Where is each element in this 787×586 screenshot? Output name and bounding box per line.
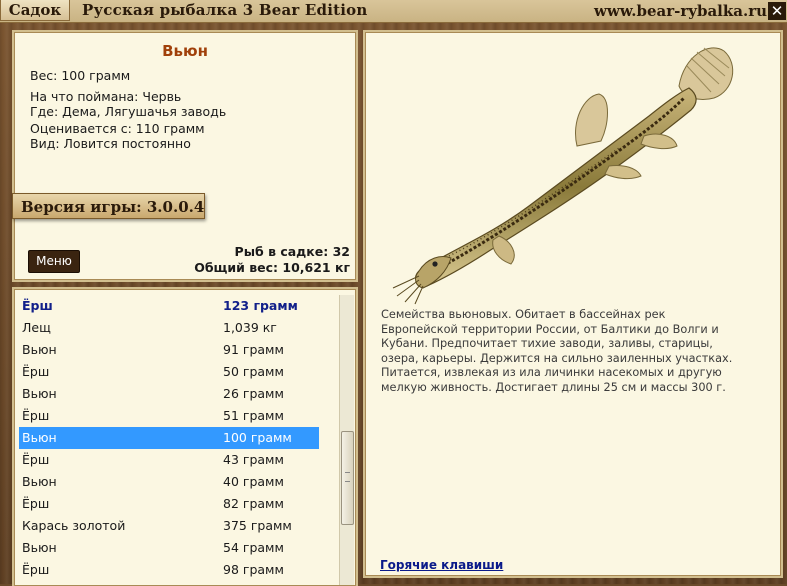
catch-fish-name: Вьюн xyxy=(22,540,57,555)
catch-fish-name: Вьюн xyxy=(22,386,57,401)
scroll-thumb[interactable] xyxy=(341,431,354,525)
fish-name-heading: Вьюн xyxy=(162,42,208,60)
catch-fish-weight: 82 грамм xyxy=(223,496,284,511)
catch-list-panel: Ёрш 123 грамм Лещ 1,039 кг Вьюн 91 грамм Ёрш 50… xyxy=(12,287,358,586)
catch-fish-weight: 50 грамм xyxy=(223,364,284,379)
menu-button[interactable]: Меню xyxy=(28,250,80,273)
fish-count: Рыб в садке: 32 xyxy=(234,244,350,259)
catch-fish-name: Ёрш xyxy=(22,408,50,423)
scroll-grip-icon xyxy=(345,472,350,482)
catch-fish-name: Ёрш xyxy=(22,298,53,313)
catch-fish-weight: 54 грамм xyxy=(223,540,284,555)
catch-fish-name: Карась золотой xyxy=(22,518,126,533)
list-scrollbar[interactable] xyxy=(339,295,354,585)
game-version-plank: Версия игры: 3.0.0.4 xyxy=(12,193,205,219)
catch-fish-name: Ёрш xyxy=(22,496,50,511)
catch-fish-weight: 26 грамм xyxy=(223,386,284,401)
catch-fish-name: Лещ xyxy=(22,320,51,335)
catch-list-row[interactable]: Карась золотой 375 грамм xyxy=(19,515,319,537)
catch-fish-name: Ёрш xyxy=(22,364,50,379)
catch-fish-weight: 98 грамм xyxy=(223,562,284,577)
hotkeys-link[interactable]: Горячие клавиши xyxy=(380,558,503,572)
loach-fish-illustration xyxy=(392,47,734,305)
title-bar: Садок Русская рыбалка 3 Bear Edition www… xyxy=(0,0,787,23)
catch-list-row[interactable]: Ёрш 43 грамм xyxy=(19,449,319,471)
catch-list-row[interactable]: Ёрш 82 грамм xyxy=(19,493,319,515)
catch-list-row[interactable]: Вьюн 26 грамм xyxy=(19,383,319,405)
catch-list-row[interactable]: Ёрш 98 грамм xyxy=(19,559,319,581)
catch-list-row[interactable]: Ёрш 123 грамм xyxy=(19,295,319,317)
catch-fish-name: Ёрш xyxy=(22,562,50,577)
app-title: Русская рыбалка 3 Bear Edition xyxy=(82,1,368,19)
catch-fish-name: Вьюн xyxy=(22,474,57,489)
catch-fish-weight: 1,039 кг xyxy=(223,320,277,335)
fish-description-panel: Семейства вьюновых. Обитает в бассейнах … xyxy=(363,30,783,578)
catch-fish-weight: 100 грамм xyxy=(223,430,292,445)
fish-weight: Вес: 100 грамм xyxy=(30,68,131,83)
catch-list-row[interactable]: Вьюн 54 грамм xyxy=(19,537,319,559)
fish-info-panel: Вьюн Вес: 100 грамм На что поймана: Черв… xyxy=(12,30,358,282)
fish-bait: На что поймана: Червь xyxy=(30,89,182,104)
catch-fish-weight: 40 грамм xyxy=(223,474,284,489)
fish-valued-from: Оценивается с: 110 грамм xyxy=(30,121,205,136)
catch-fish-weight: 375 грамм xyxy=(223,518,292,533)
tab-sadok[interactable]: Садок xyxy=(0,0,70,21)
fish-location: Где: Дема, Лягушачья заводь xyxy=(30,104,227,119)
catch-fish-weight: 43 грамм xyxy=(223,452,284,467)
site-url-link[interactable]: www.bear-rybalka.ru xyxy=(594,0,767,22)
catch-list-row[interactable]: Вьюн 91 грамм xyxy=(19,339,319,361)
total-weight: Общий вес: 10,621 кг xyxy=(194,260,350,275)
catch-fish-name: Вьюн xyxy=(22,342,57,357)
catch-fish-weight: 91 грамм xyxy=(223,342,284,357)
fish-kind: Вид: Ловится постоянно xyxy=(30,136,191,151)
catch-list-row[interactable]: Вьюн 100 грамм xyxy=(19,427,319,449)
catch-list-row[interactable]: Ёрш 51 грамм xyxy=(19,405,319,427)
close-icon[interactable]: ✕ xyxy=(768,2,786,20)
catch-list-row[interactable]: Ёрш 50 грамм xyxy=(19,361,319,383)
catch-fish-weight: 123 грамм xyxy=(223,298,298,313)
catch-list-row[interactable]: Вьюн 40 грамм xyxy=(19,471,319,493)
catch-fish-name: Ёрш xyxy=(22,452,50,467)
catch-fish-name: Вьюн xyxy=(22,430,57,445)
catch-list-row[interactable]: Лещ 1,039 кг xyxy=(19,317,319,339)
fish-description: Семейства вьюновых. Обитает в бассейнах … xyxy=(381,308,733,394)
catch-fish-weight: 51 грамм xyxy=(223,408,284,423)
